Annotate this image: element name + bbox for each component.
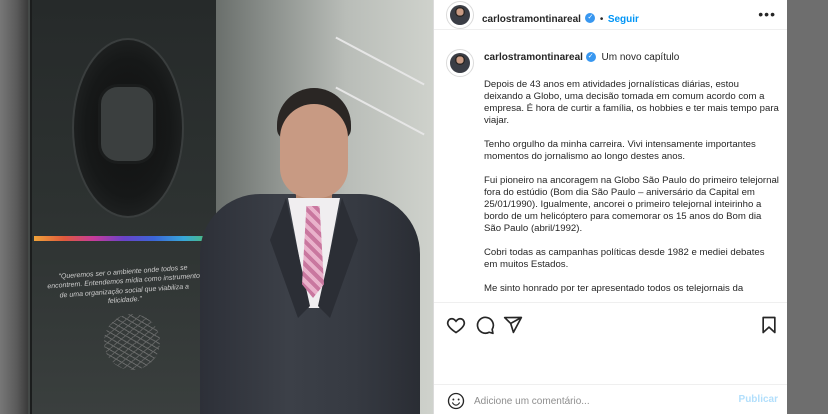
username-link[interactable]: carlostramontinareal bbox=[482, 14, 581, 25]
caption-username[interactable]: carlostramontinareal bbox=[484, 52, 583, 63]
caption-avatar[interactable] bbox=[446, 49, 474, 77]
bookmark-icon[interactable] bbox=[759, 315, 779, 335]
comment-input[interactable] bbox=[474, 393, 724, 409]
person-portrait bbox=[200, 86, 420, 414]
caption-paragraph: Tenho orgulho da minha carreira. Vivi in… bbox=[484, 139, 756, 162]
caption-title: Um novo capítulo bbox=[601, 52, 680, 63]
caption-paragraph: Depois de 43 anos em atividades jornalís… bbox=[484, 79, 779, 126]
heart-icon[interactable] bbox=[446, 315, 466, 335]
caption-text: Depois de 43 anos em atividades jornalís… bbox=[484, 79, 780, 302]
caption-paragraph: Cobri todas as campanhas políticas desde… bbox=[484, 247, 765, 270]
wall-pillar bbox=[0, 0, 28, 414]
share-icon[interactable] bbox=[503, 315, 523, 335]
rainbow-stripe bbox=[34, 236, 214, 241]
verified-icon: ✓ bbox=[585, 52, 596, 63]
face bbox=[280, 104, 348, 198]
more-icon[interactable]: ••• bbox=[758, 6, 776, 22]
post-photo: "Queremos ser o ambiente onde todos se e… bbox=[0, 0, 433, 414]
verified-icon: ✓ bbox=[585, 12, 596, 23]
caption-paragraph: Fui pioneiro na ancoragem na Globo São P… bbox=[484, 175, 779, 234]
follow-button[interactable]: Seguir bbox=[608, 14, 639, 25]
publish-button[interactable]: Publicar bbox=[739, 394, 778, 405]
avatar[interactable] bbox=[446, 1, 474, 29]
separator-dot: • bbox=[599, 14, 604, 25]
comment-icon[interactable] bbox=[475, 315, 495, 335]
caption-area: carlostramontinareal ✓ Um novo capítulo … bbox=[434, 44, 788, 302]
backdrop bbox=[787, 0, 828, 414]
stair-rail bbox=[335, 36, 425, 86]
post-panel: carlostramontinareal ✓ • Seguir ••• carl… bbox=[433, 0, 788, 414]
plaque-emblem bbox=[104, 314, 160, 370]
emoji-icon[interactable] bbox=[447, 392, 465, 410]
globo-logo-screen bbox=[98, 84, 156, 164]
action-bar bbox=[434, 302, 788, 346]
comment-bar: Publicar bbox=[434, 384, 788, 414]
caption-paragraph: Me sinto honrado por ter apresentado tod… bbox=[484, 283, 744, 294]
caption-header: carlostramontinareal ✓ Um novo capítulo bbox=[484, 52, 679, 63]
post-header: carlostramontinareal ✓ • Seguir ••• bbox=[434, 0, 788, 30]
